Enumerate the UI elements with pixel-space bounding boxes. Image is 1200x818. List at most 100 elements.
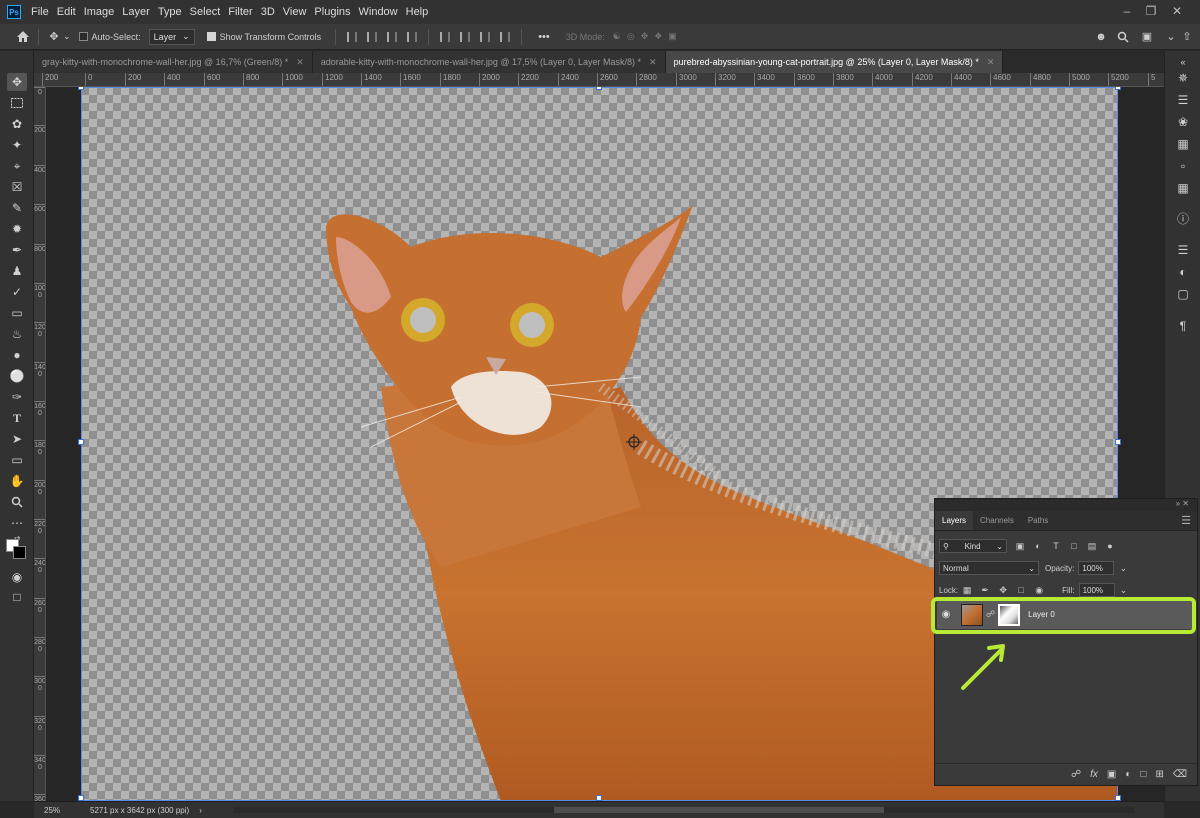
rectangle-tool-icon[interactable]: ▭ [7,451,27,469]
menu-edit[interactable]: Edit [53,0,80,24]
lock-image-icon[interactable]: ✒ [980,585,990,595]
auto-select-dropdown[interactable]: Layer ⌄ [148,28,195,45]
panel-menu-icon[interactable]: ☰ [1181,511,1191,530]
minimize-icon[interactable]: – [1116,0,1138,22]
filter-adjustment-icon[interactable]: ◐ [1033,541,1043,551]
show-transform-checkbox[interactable] [206,32,216,41]
filter-type-icon[interactable]: T [1051,541,1061,551]
adjustments-icon[interactable]: ☰ [1174,241,1192,259]
transform-handle[interactable] [596,87,602,90]
link-icon[interactable]: ☍ [1071,769,1081,780]
path-selection-tool-icon[interactable]: ➤ [7,430,27,448]
menu-layer[interactable]: Layer [118,0,154,24]
history-icon[interactable]: ☰ [1174,91,1192,109]
navigator-icon[interactable]: ✵ [1174,69,1192,87]
transform-handle[interactable] [1115,439,1121,445]
transform-handle[interactable] [1115,87,1121,90]
lock-all-icon[interactable]: ◉ [1034,585,1044,595]
scrollbar-thumb[interactable] [554,807,884,813]
chevron-down-icon[interactable]: ⌄ [1118,563,1128,573]
libraries-icon[interactable]: ▢ [1174,285,1192,303]
align-center-icon[interactable] [367,31,378,42]
history-brush-tool-icon[interactable]: ✓ [7,283,27,301]
filter-toggle-icon[interactable]: ● [1105,541,1115,551]
menu-select[interactable]: Select [186,0,225,24]
close-icon[interactable]: ✕ [987,57,995,68]
menu-3d[interactable]: 3D [257,0,279,24]
swatches-icon[interactable]: ▦ [1174,135,1192,153]
clone-stamp-tool-icon[interactable]: ♟ [7,262,27,280]
filter-smart-object-icon[interactable]: ▤ [1087,541,1097,551]
tab-channels[interactable]: Channels [973,511,1021,530]
distribute-vertical-icon[interactable] [407,31,418,42]
menu-view[interactable]: View [279,0,311,24]
distribute-horizontal-icon[interactable] [500,31,511,42]
opacity-input[interactable]: 100% [1078,561,1115,575]
align-right-icon[interactable] [387,31,398,42]
chevron-right-icon[interactable]: › [199,806,202,815]
more-options-button[interactable]: ••• [538,31,550,43]
paint-bucket-tool-icon[interactable]: ♨ [7,325,27,343]
close-icon[interactable]: ✕ [1166,0,1188,22]
tab-paths[interactable]: Paths [1021,511,1055,530]
menu-filter[interactable]: Filter [224,0,256,24]
share-person-icon[interactable]: ☻ [1092,28,1110,46]
new-layer-icon[interactable]: ⊞ [1155,769,1163,780]
lock-artboard-icon[interactable]: □ [1016,585,1026,595]
fill-input[interactable]: 100% [1078,583,1115,597]
tab-adorable-kitty[interactable]: adorable-kitty-with-monochrome-wall-her.… [312,51,666,73]
menu-file[interactable]: File [27,0,53,24]
trash-icon[interactable]: ⌫ [1173,769,1187,780]
workspace-icon[interactable]: ▣ [1138,28,1156,46]
patterns-icon[interactable]: ▦ [1174,179,1192,197]
collapse-icon[interactable]: » ✕ [1176,499,1189,508]
close-icon[interactable]: ✕ [649,57,657,68]
crop-tool-icon[interactable]: ⌖ [7,157,27,175]
auto-select-checkbox[interactable] [78,32,88,41]
menu-image[interactable]: Image [80,0,119,24]
zoom-tool-icon[interactable] [7,493,27,511]
move-tool-icon[interactable]: ✥ [7,73,27,91]
horizontal-ruler[interactable]: 200 0 200 400 600 800 1000 1200 1400 160… [42,73,1164,87]
properties-icon[interactable]: ◐ [1174,263,1192,281]
lock-position-icon[interactable]: ✥ [998,585,1008,595]
healing-brush-tool-icon[interactable]: ✹ [7,220,27,238]
restore-icon[interactable]: ❐ [1140,0,1162,22]
horizontal-scrollbar[interactable] [234,807,1134,813]
menu-help[interactable]: Help [402,0,433,24]
color-icon[interactable]: ❀ [1174,113,1192,131]
chevron-down-icon[interactable]: ⌄ [1119,585,1129,595]
eyedropper-tool-icon[interactable]: ✎ [7,199,27,217]
align-bottom-icon[interactable] [480,31,491,42]
close-icon[interactable]: ✕ [296,57,304,68]
move-tool-icon[interactable]: ✥ [45,28,63,46]
align-left-icon[interactable] [347,31,358,42]
menu-plugins[interactable]: Plugins [310,0,354,24]
lock-transparent-icon[interactable]: ▦ [962,585,972,595]
search-icon[interactable] [1114,28,1132,46]
align-middle-icon[interactable] [460,31,471,42]
pen-tool-icon[interactable]: ✑ [7,388,27,406]
folder-icon[interactable]: □ [1140,769,1146,780]
tab-layers[interactable]: Layers [935,511,974,530]
quick-mask-icon[interactable]: ◉ [7,568,27,586]
marquee-tool-icon[interactable] [7,94,27,112]
eraser-tool-icon[interactable]: ▭ [7,304,27,322]
tab-gray-kitty[interactable]: gray-kitty-with-monochrome-wall-her.jpg … [34,51,313,73]
menu-window[interactable]: Window [355,0,402,24]
frame-tool-icon[interactable]: ☒ [7,178,27,196]
share-icon[interactable]: ⇧ [1178,28,1196,46]
blend-mode-dropdown[interactable]: Normal ⌄ [939,561,1039,575]
tool-preset-chevron-icon[interactable]: ⌄ [63,31,71,42]
transform-handle[interactable] [78,439,84,445]
brush-tool-icon[interactable]: ✒ [7,241,27,259]
vertical-ruler[interactable]: 0 200 400 600 800 1000 1200 1400 1600 18… [34,87,46,801]
lasso-tool-icon[interactable]: ✿ [7,115,27,133]
screen-mode-icon[interactable]: □ [7,588,27,606]
adjustment-icon[interactable]: ◐ [1125,769,1131,780]
magic-wand-tool-icon[interactable]: ✦ [7,136,27,154]
paragraph-icon[interactable]: ¶ [1174,317,1192,335]
blur-tool-icon[interactable]: ● [7,346,27,364]
filter-pixel-icon[interactable]: ▣ [1015,541,1025,551]
mask-icon[interactable]: ▣ [1107,769,1116,780]
